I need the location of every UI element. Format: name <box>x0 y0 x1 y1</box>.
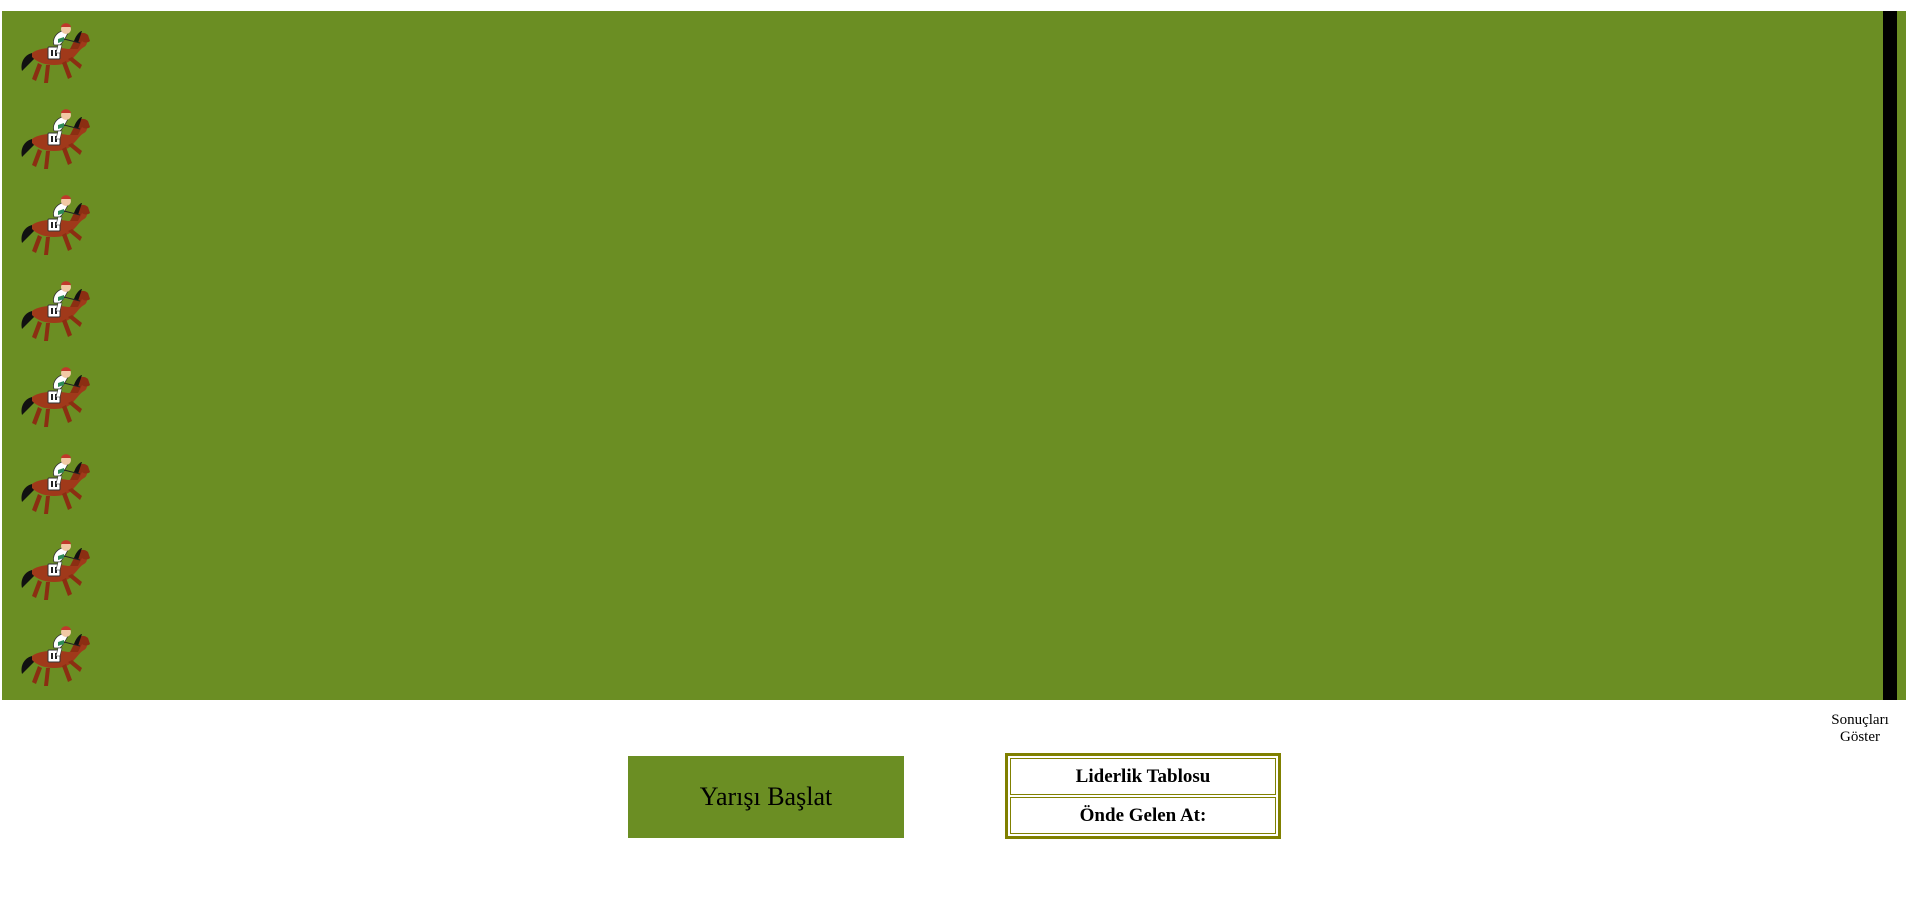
race-lane <box>2 269 1906 356</box>
horse-with-jockey-icon <box>18 363 90 431</box>
race-track <box>2 11 1906 700</box>
start-race-button[interactable]: Yarışı Başlat <box>628 756 904 838</box>
horse-with-jockey-icon <box>18 105 90 173</box>
horse-with-jockey-icon <box>18 19 90 87</box>
race-lane <box>2 183 1906 270</box>
leading-horse-label: Önde Gelen At: <box>1010 797 1276 834</box>
race-lane <box>2 442 1906 529</box>
horse-with-jockey-icon <box>18 450 90 518</box>
horse-with-jockey-icon <box>18 536 90 604</box>
horse-with-jockey-icon <box>18 622 90 690</box>
horse-with-jockey-icon <box>18 277 90 345</box>
race-lane <box>2 97 1906 184</box>
horse-with-jockey-icon <box>18 191 90 259</box>
leaderboard-table: Liderlik Tablosu Önde Gelen At: <box>1005 753 1281 839</box>
race-lane <box>2 11 1906 98</box>
race-lane <box>2 528 1906 615</box>
race-lane <box>2 355 1906 442</box>
race-lane <box>2 614 1906 701</box>
leaderboard-title: Liderlik Tablosu <box>1010 758 1276 795</box>
show-results-button[interactable]: Sonuçları Göster <box>1820 712 1900 746</box>
finish-line <box>1883 11 1897 700</box>
